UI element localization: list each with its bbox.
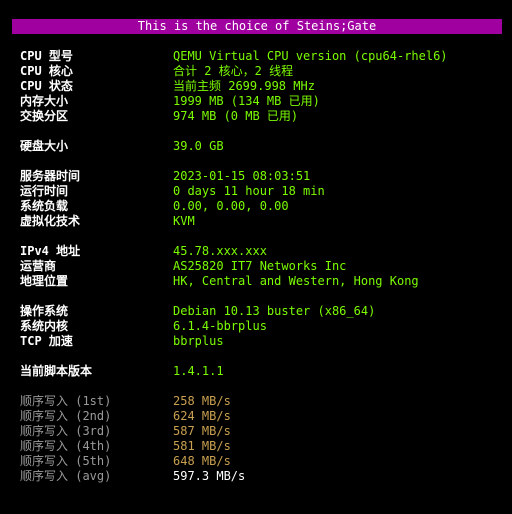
script-version-row: 当前脚本版本 1.4.1.1	[20, 364, 224, 379]
disk-value: 39.0 GB	[173, 139, 224, 153]
load-value: 0.00, 0.00, 0.00	[173, 199, 289, 213]
server-time-value: 2023-01-15 08:03:51	[173, 169, 311, 183]
io-value: 648 MB/s	[173, 454, 231, 468]
isp-row: 运营商 AS25820 IT7 Networks Inc	[20, 259, 346, 274]
io-avg-label: 顺序写入 (avg)	[20, 469, 112, 483]
io-row: 顺序写入 (5th) 648 MB/s	[20, 454, 231, 469]
ram-row: 内存大小 1999 MB (134 MB 已用)	[20, 94, 320, 109]
io-row: 顺序写入 (2nd) 624 MB/s	[20, 409, 231, 424]
tcp-label: TCP 加速	[20, 334, 73, 348]
cpu-cores-row: CPU 核心 合计 2 核心，2 线程	[20, 64, 293, 79]
ram-value: 1999 MB (134 MB 已用)	[173, 94, 320, 108]
location-label: 地理位置	[20, 274, 69, 288]
io-label: 顺序写入 (3rd)	[20, 424, 112, 438]
swap-row: 交换分区 974 MB (0 MB 已用)	[20, 109, 298, 124]
uptime-value: 0 days 11 hour 18 min	[173, 184, 325, 198]
io-avg-value: 597.3 MB/s	[173, 469, 246, 483]
io-value: 581 MB/s	[173, 439, 231, 453]
server-time-label: 服务器时间	[20, 169, 81, 183]
ipv4-value: 45.78.xxx.xxx	[173, 244, 267, 258]
script-version-label: 当前脚本版本	[20, 364, 93, 378]
kernel-value: 6.1.4-bbrplus	[173, 319, 267, 333]
load-row: 系统负载 0.00, 0.00, 0.00	[20, 199, 289, 214]
io-row: 顺序写入 (1st) 258 MB/s	[20, 394, 231, 409]
ipv4-label: IPv4 地址	[20, 244, 81, 258]
load-label: 系统负载	[20, 199, 69, 213]
os-label: 操作系统	[20, 304, 69, 318]
location-value: HK, Central and Western, Hong Kong	[173, 274, 419, 288]
cpu-model-label: CPU 型号	[20, 49, 73, 63]
tcp-row: TCP 加速 bbrplus	[20, 334, 224, 349]
os-value: Debian 10.13 buster (x86_64)	[173, 304, 376, 318]
location-row: 地理位置 HK, Central and Western, Hong Kong	[20, 274, 419, 289]
io-row: 顺序写入 (4th) 581 MB/s	[20, 439, 231, 454]
virt-value: KVM	[173, 214, 195, 228]
script-version-value: 1.4.1.1	[173, 364, 224, 378]
io-value: 258 MB/s	[173, 394, 231, 408]
disk-label: 硬盘大小	[20, 139, 69, 153]
io-value: 624 MB/s	[173, 409, 231, 423]
kernel-label: 系统内核	[20, 319, 69, 333]
io-label: 顺序写入 (2nd)	[20, 409, 112, 423]
io-avg-row: 顺序写入 (avg) 597.3 MB/s	[20, 469, 245, 484]
isp-label: 运营商	[20, 259, 57, 273]
cpu-status-value: 当前主频 2699.998 MHz	[173, 79, 315, 93]
io-label: 顺序写入 (5th)	[20, 454, 112, 468]
virt-label: 虚拟化技术	[20, 214, 81, 228]
title-banner: This is the choice of Steins;Gate	[12, 19, 502, 34]
isp-value: AS25820 IT7 Networks Inc	[173, 259, 347, 273]
os-row: 操作系统 Debian 10.13 buster (x86_64)	[20, 304, 375, 319]
io-row: 顺序写入 (3rd) 587 MB/s	[20, 424, 231, 439]
cpu-cores-label: CPU 核心	[20, 64, 73, 78]
io-label: 顺序写入 (4th)	[20, 439, 112, 453]
ipv4-row: IPv4 地址 45.78.xxx.xxx	[20, 244, 267, 259]
cpu-cores-value: 合计 2 核心，2 线程	[173, 64, 294, 78]
kernel-row: 系统内核 6.1.4-bbrplus	[20, 319, 267, 334]
tcp-value: bbrplus	[173, 334, 224, 348]
cpu-model-value: QEMU Virtual CPU version (cpu64-rhel6)	[173, 49, 448, 63]
server-time-row: 服务器时间 2023-01-15 08:03:51	[20, 169, 310, 184]
cpu-status-row: CPU 状态 当前主频 2699.998 MHz	[20, 79, 315, 94]
io-label: 顺序写入 (1st)	[20, 394, 112, 408]
uptime-row: 运行时间 0 days 11 hour 18 min	[20, 184, 325, 199]
io-value: 587 MB/s	[173, 424, 231, 438]
uptime-label: 运行时间	[20, 184, 69, 198]
disk-row: 硬盘大小 39.0 GB	[20, 139, 224, 154]
ram-label: 内存大小	[20, 94, 69, 108]
cpu-model-row: CPU 型号 QEMU Virtual CPU version (cpu64-r…	[20, 49, 448, 64]
swap-value: 974 MB (0 MB 已用)	[173, 109, 299, 123]
virt-row: 虚拟化技术 KVM	[20, 214, 195, 229]
cpu-status-label: CPU 状态	[20, 79, 73, 93]
swap-label: 交换分区	[20, 109, 69, 123]
